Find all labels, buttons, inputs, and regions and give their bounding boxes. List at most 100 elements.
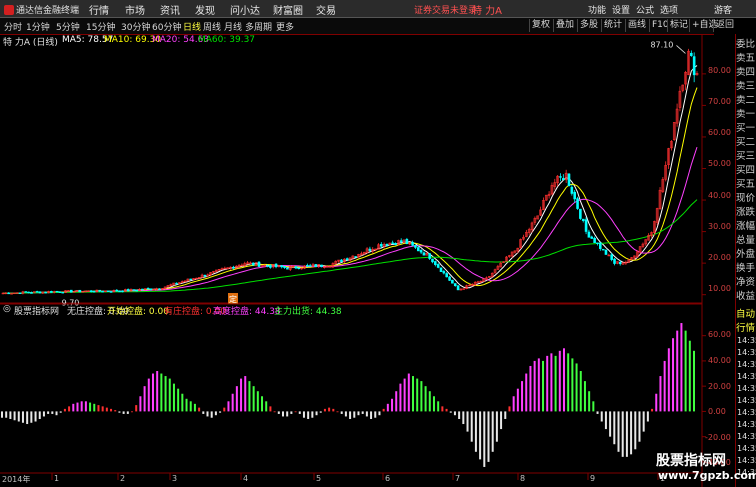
candle-down xyxy=(411,241,414,246)
panel-label-sell5: 卖五 xyxy=(736,53,756,64)
panel-label-earnings: 收益 xyxy=(736,291,756,302)
panel-label-change: 涨跌 xyxy=(736,207,756,218)
draw-line-button[interactable]: 画线 xyxy=(625,19,648,32)
indicator-bar xyxy=(562,348,565,412)
period-5min[interactable]: 5分钟 xyxy=(56,20,80,33)
candle-down xyxy=(269,265,272,268)
candle-down xyxy=(567,173,571,187)
period-monthly[interactable]: 月线 xyxy=(224,20,242,33)
indicator-bar xyxy=(407,373,410,412)
indicator-bar xyxy=(164,376,167,412)
candle-down xyxy=(320,264,323,267)
indicator-bar xyxy=(265,401,268,412)
indicator-bar xyxy=(437,401,440,412)
menu-item-wealth[interactable]: 财富圈 xyxy=(273,2,303,17)
indicator-bar xyxy=(80,401,83,412)
period-60min[interactable]: 60分钟 xyxy=(152,20,181,33)
multi-stock-button[interactable]: 多股 xyxy=(577,19,600,32)
menu-item-options[interactable]: 选项 xyxy=(660,3,678,16)
statistics-button[interactable]: 统计 xyxy=(601,19,624,32)
menu-item-formula[interactable]: 公式 xyxy=(636,3,654,16)
tick-time: 14:35 xyxy=(737,444,756,453)
indicator-bar xyxy=(470,411,473,442)
candle-down xyxy=(274,263,278,268)
candle-down xyxy=(280,265,284,268)
indicator-bar xyxy=(290,411,293,414)
indicator-bar xyxy=(72,403,75,412)
current-stock-name: 特 力A xyxy=(472,6,503,17)
menu-item-discover[interactable]: 发现 xyxy=(195,2,215,17)
indicator-bar xyxy=(382,408,385,412)
candle-down xyxy=(189,278,193,281)
candle-down xyxy=(584,219,588,232)
period-toolbar: 分时 1分钟 5分钟 15分钟 30分钟 60分钟 日线 周线 月线 多周期 更… xyxy=(0,18,718,35)
indicator-bar xyxy=(302,411,305,418)
candle-down xyxy=(135,289,138,292)
kline-chart[interactable]: 87.109.70 定 xyxy=(0,34,735,487)
mark-button[interactable]: 标记 xyxy=(667,19,690,32)
menu-item-function[interactable]: 功能 xyxy=(588,3,606,16)
menu-item-quotes[interactable]: 行情 xyxy=(89,2,109,17)
menu-item-ask[interactable]: 问小达 xyxy=(230,2,260,17)
candle-down xyxy=(610,254,613,260)
panel-quotes-toggle[interactable]: 行情 xyxy=(736,320,756,334)
indicator-bar xyxy=(55,411,58,416)
period-1min[interactable]: 1分钟 xyxy=(26,20,50,33)
candle-down xyxy=(618,261,622,265)
menu-item-trade[interactable]: 交易 xyxy=(316,2,336,17)
main-y-tick-50: 50.00 xyxy=(708,159,731,168)
candle-down xyxy=(445,273,449,278)
x-label-m8: 8 xyxy=(520,474,526,483)
overlay-button[interactable]: 叠加 xyxy=(553,19,576,32)
indicator-bar xyxy=(105,407,108,412)
indicator-name[interactable]: 股票指标网 xyxy=(14,304,59,317)
main-annotations: 87.109.70 定 xyxy=(62,40,686,308)
indicator-bar xyxy=(672,338,675,412)
indicator-bar xyxy=(193,403,196,412)
x-label-m7: 7 xyxy=(455,474,461,483)
back-button[interactable]: 返回 xyxy=(713,19,736,32)
candle-down xyxy=(416,247,420,252)
candle-down xyxy=(448,276,451,281)
indicator-bar xyxy=(97,405,100,412)
period-timeshare[interactable]: 分时 xyxy=(4,20,22,33)
menu-item-market[interactable]: 市场 xyxy=(125,2,145,17)
period-weekly[interactable]: 周线 xyxy=(203,20,221,33)
indicator-bar xyxy=(252,386,255,412)
panel-label-turnover: 换手 xyxy=(736,263,756,274)
indicator-bar xyxy=(156,371,159,412)
restore-rights-button[interactable]: 复权 xyxy=(529,19,552,32)
indicator-bar xyxy=(277,411,280,414)
x-label-m9: 9 xyxy=(590,474,596,483)
menu-item-settings[interactable]: 设置 xyxy=(612,3,630,16)
indicator-bar xyxy=(319,411,322,413)
period-more[interactable]: 更多 xyxy=(276,20,294,33)
indicator-icon[interactable]: ◎ xyxy=(3,304,11,314)
period-multi[interactable]: 多周期 xyxy=(245,20,272,33)
indicator-bar xyxy=(227,401,230,412)
period-30min[interactable]: 30分钟 xyxy=(121,20,150,33)
candle-down xyxy=(581,218,585,221)
indicator-bar xyxy=(51,411,54,414)
indicator-bar xyxy=(550,353,553,412)
candle-down xyxy=(101,291,104,293)
panel-auto-toggle[interactable]: 自动 xyxy=(736,306,756,320)
app-title: 通达信金融终端 xyxy=(16,6,80,16)
app-logo: 通达信金融终端 xyxy=(4,3,79,16)
tick-time: 14:35 xyxy=(737,432,756,441)
candle-down xyxy=(251,262,255,266)
candle-down xyxy=(308,265,312,267)
period-15min[interactable]: 15分钟 xyxy=(86,20,115,33)
trade-login-notice[interactable]: 证券交易未登录 xyxy=(414,3,477,16)
indicator-bar xyxy=(139,396,142,412)
indicator-bar xyxy=(412,376,415,412)
candle-down xyxy=(379,243,383,247)
indicator-bar xyxy=(13,411,16,421)
menu-item-news[interactable]: 资讯 xyxy=(160,2,180,17)
period-daily[interactable]: 日线 xyxy=(183,20,201,33)
candle-down xyxy=(294,266,298,269)
guest-user[interactable]: 游客 xyxy=(714,3,732,16)
candle-down xyxy=(690,52,693,56)
candle-down xyxy=(428,253,431,259)
indicator-bar xyxy=(17,411,20,422)
